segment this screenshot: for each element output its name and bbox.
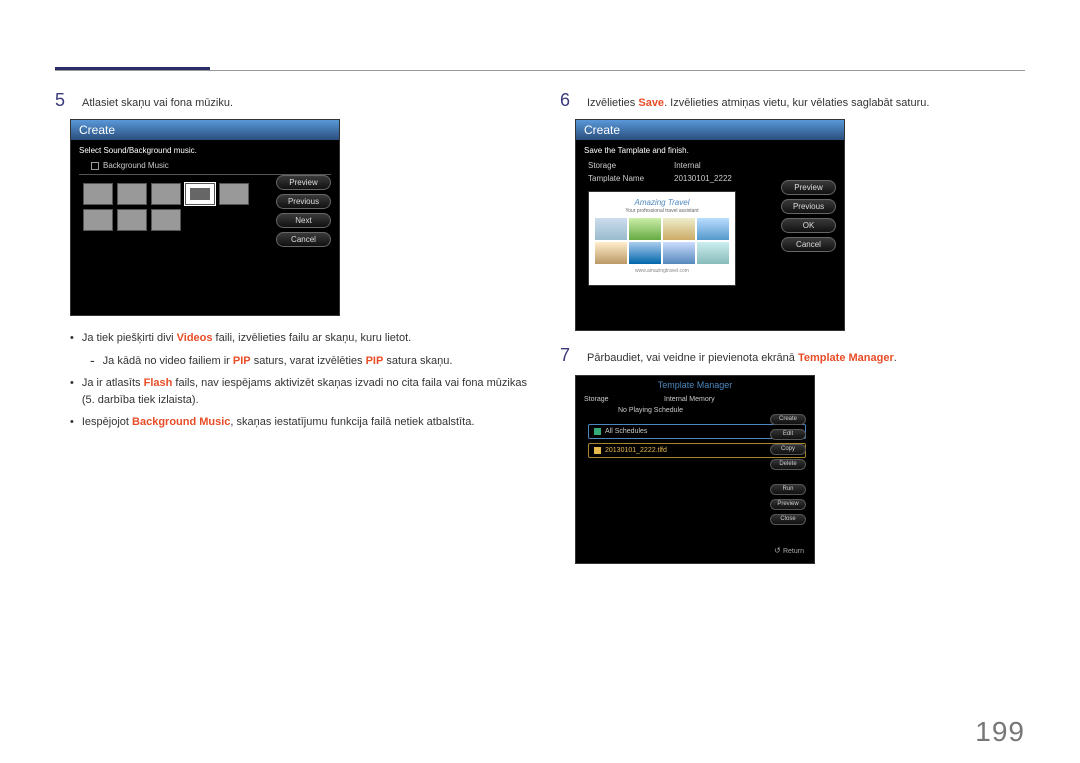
thumb[interactable]	[219, 183, 249, 205]
template-name-label: Tamplate Name	[588, 174, 658, 183]
thumb-selected[interactable]	[185, 183, 215, 205]
previous-button[interactable]: Previous	[781, 199, 836, 214]
thumb[interactable]	[151, 209, 181, 231]
close-button[interactable]: Close	[770, 514, 806, 525]
cancel-button[interactable]: Cancel	[276, 232, 331, 247]
tm-no-schedule: No Playing Schedule	[618, 407, 806, 414]
right-column: 6 Izvēlieties Save. Izvēlieties atmiņas …	[560, 90, 1030, 564]
screen-button-column: Preview Previous Next Cancel	[276, 175, 331, 247]
tm-all-label: All Schedules	[605, 428, 647, 435]
previous-button[interactable]: Previous	[276, 194, 331, 209]
create-screen-save: Create Save the Tamplate and finish. Sto…	[575, 119, 845, 331]
step-number: 6	[560, 90, 575, 111]
delete-button[interactable]: Delete	[770, 459, 806, 470]
thumb[interactable]	[117, 183, 147, 205]
run-button[interactable]: Run	[770, 484, 806, 495]
preview-button[interactable]: Preview	[276, 175, 331, 190]
step5-bullets: Ja tiek piešķirti divi Videos faili, izv…	[55, 330, 535, 431]
step-number: 7	[560, 345, 575, 366]
storage-label: Storage	[588, 161, 658, 170]
tm-title: Template Manager	[576, 376, 814, 394]
step-text: Pārbaudiet, vai veidne ir pievienota ekr…	[587, 345, 897, 366]
tm-button-col-1: Create Edit Copy Delete	[770, 414, 806, 470]
return-label: Return	[783, 548, 804, 555]
screen-instruction: Save the Tamplate and finish.	[584, 146, 836, 155]
thumb[interactable]	[83, 209, 113, 231]
tm-storage-label: Storage	[584, 396, 614, 403]
bullet-videos: Ja tiek piešķirti divi Videos faili, izv…	[55, 330, 535, 347]
edit-button[interactable]: Edit	[770, 429, 806, 440]
travel-images	[595, 218, 729, 264]
create-button[interactable]: Create	[770, 414, 806, 425]
background-music-option[interactable]: Background Music	[91, 161, 331, 170]
bullet-bgmusic: Iespējojot Background Music, skaņas iest…	[55, 414, 535, 431]
template-name-value: 20130101_2222	[674, 174, 732, 183]
tm-file-label: 20130101_2222.tlfd	[605, 447, 667, 454]
screen-title: Create	[576, 120, 844, 140]
ok-button[interactable]: OK	[781, 218, 836, 233]
page-number: 199	[975, 716, 1025, 748]
tm-storage-value: Internal Memory	[664, 396, 715, 403]
sub-bullet-pip: Ja kādā no video failiem ir PIP saturs, …	[55, 353, 535, 370]
screen-title: Create	[71, 120, 339, 140]
travel-title: Amazing Travel	[595, 198, 729, 207]
travel-subtitle: Your professional travel assistant	[595, 208, 729, 214]
create-screen-sound: Create Select Sound/Background music. Ba…	[70, 119, 340, 316]
screen-button-column: Preview Previous OK Cancel	[781, 180, 836, 252]
copy-button[interactable]: Copy	[770, 444, 806, 455]
preview-button[interactable]: Preview	[781, 180, 836, 195]
step-text: Atlasiet skaņu vai fona mūziku.	[82, 90, 233, 111]
check-icon	[594, 447, 601, 454]
preview-button[interactable]: Preview	[770, 499, 806, 510]
screen-instruction: Select Sound/Background music.	[79, 146, 331, 155]
bullet-flash: Ja ir atlasīts Flash fails, nav iespējam…	[55, 375, 535, 408]
step-7: 7 Pārbaudiet, vai veidne ir pievienota e…	[560, 345, 1030, 366]
step-6: 6 Izvēlieties Save. Izvēlieties atmiņas …	[560, 90, 1030, 111]
step-text: Izvēlieties Save. Izvēlieties atmiņas vi…	[587, 90, 929, 111]
storage-row: Storage Internal	[584, 161, 836, 170]
return-button[interactable]: Return	[576, 544, 814, 557]
thumb[interactable]	[83, 183, 113, 205]
background-music-label: Background Music	[103, 161, 169, 170]
checkbox-icon[interactable]	[91, 162, 99, 170]
storage-value: Internal	[674, 161, 701, 170]
tm-storage-row: Storage Internal Memory	[584, 396, 806, 403]
template-preview-card: Amazing Travel Your professional travel …	[588, 191, 736, 286]
header-divider	[55, 70, 1025, 71]
check-icon	[594, 428, 601, 435]
thumb[interactable]	[117, 209, 147, 231]
step-number: 5	[55, 90, 70, 111]
next-button[interactable]: Next	[276, 213, 331, 228]
tm-button-col-2: Run Preview Close	[770, 484, 806, 525]
travel-footer: www.amazingtravel.com	[595, 268, 729, 274]
step-5: 5 Atlasiet skaņu vai fona mūziku.	[55, 90, 535, 111]
thumb[interactable]	[151, 183, 181, 205]
template-manager-screen: Template Manager Storage Internal Memory…	[575, 375, 815, 564]
left-column: 5 Atlasiet skaņu vai fona mūziku. Create…	[55, 90, 535, 437]
cancel-button[interactable]: Cancel	[781, 237, 836, 252]
